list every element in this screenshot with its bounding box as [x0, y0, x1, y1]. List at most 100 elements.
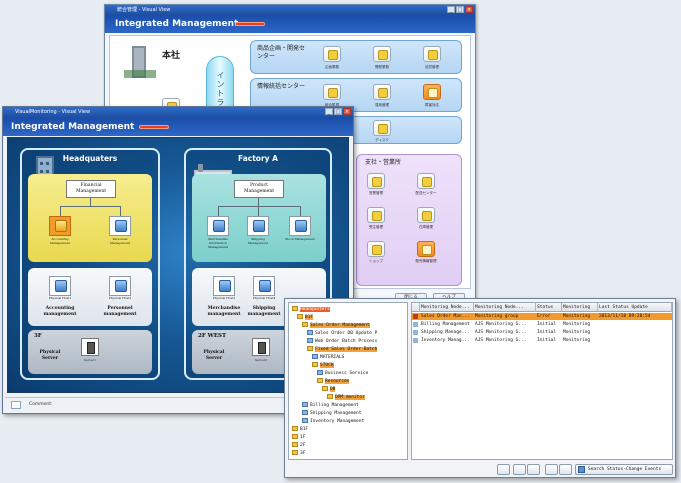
shipping-node-icon[interactable] — [247, 216, 269, 236]
incident-icon[interactable] — [423, 84, 441, 100]
disk-icon[interactable] — [373, 120, 391, 136]
tree-node[interactable]: Sales Order Management — [302, 322, 370, 329]
close-button[interactable]: × — [465, 6, 473, 13]
col-monitoring[interactable]: Monitoring — [562, 303, 598, 312]
tree-node-label: DB — [330, 387, 336, 392]
stock-node-icon[interactable] — [289, 216, 311, 236]
col-last-update[interactable]: Last Status Update — [598, 303, 672, 312]
folder-icon — [302, 322, 308, 327]
folder-icon — [317, 378, 323, 383]
table-row[interactable]: Shipping Manage... AJS Monitoring G... Ini… — [412, 329, 672, 336]
tree-node[interactable]: DPM monitor — [327, 394, 365, 401]
refresh-button[interactable] — [497, 464, 510, 475]
physical-host2-icon[interactable] — [109, 276, 131, 296]
maximize-button[interactable]: □ — [334, 108, 342, 115]
minimize-button[interactable]: _ — [447, 6, 455, 13]
monitoring-window: Headquaters B1F Sales Order Management Sale… — [284, 298, 676, 478]
physical-host3-icon[interactable] — [213, 276, 235, 296]
folder-icon — [312, 354, 318, 359]
table-row[interactable]: Inventory Manag... AJS Monitoring G... Ini… — [412, 337, 672, 344]
table-row[interactable]: Sales Order Man... Monitoring group Error M… — [412, 313, 672, 320]
folder-icon — [292, 426, 298, 431]
monitor-icon[interactable] — [323, 84, 341, 100]
development-icon[interactable] — [373, 46, 391, 62]
tree-node[interactable]: MATERIALS — [312, 354, 344, 361]
window-controls: _ □ × — [325, 108, 351, 115]
maximize-button[interactable]: □ — [456, 6, 464, 13]
close-button[interactable]: × — [343, 108, 351, 115]
branch-icon-4[interactable] — [417, 207, 435, 223]
tree-node[interactable]: Headquaters — [292, 306, 330, 313]
tree-node[interactable]: Shipping Management — [302, 410, 361, 417]
tree-node[interactable]: 1F — [292, 434, 305, 441]
quality-icon[interactable] — [423, 46, 441, 62]
hq-floor-area: 3F Physical Server Server1 — [28, 330, 152, 374]
tree-node-label: DPM monitor — [335, 395, 365, 400]
tree-node[interactable]: Business Service — [317, 370, 368, 377]
server-icon[interactable] — [81, 338, 99, 356]
tree-node-label: Resources — [325, 379, 350, 384]
floor-label: 2F WEST — [198, 333, 227, 339]
branch-icon-5[interactable] — [367, 241, 385, 257]
hq-hosts-area: Physical Host1 Physical Host2 Accounting… — [28, 268, 152, 326]
personnel-node-icon[interactable] — [109, 216, 131, 236]
branch-icon-6[interactable] — [417, 241, 435, 257]
table-cell: Error — [537, 314, 551, 319]
hq-root-box[interactable]: Financial Management — [66, 180, 116, 198]
tree-node[interactable]: Sales Order DB Update P — [307, 330, 377, 337]
folder-icon — [292, 442, 298, 447]
table-cell: Shipping Manage... — [421, 330, 470, 335]
factory-business-area: Product Management Merchandise Informati… — [192, 174, 326, 262]
monitoring-tree[interactable]: Headquaters B1F Sales Order Management Sale… — [288, 302, 408, 460]
minimize-button[interactable]: _ — [325, 108, 333, 115]
prev-button[interactable] — [545, 464, 558, 475]
settings-button[interactable] — [527, 464, 540, 475]
tree-node[interactable]: Billing Management — [302, 402, 359, 409]
tree-node[interactable]: DB — [322, 386, 336, 393]
merchandise-node-icon[interactable] — [207, 216, 229, 236]
folder-icon — [307, 330, 313, 335]
app-header: Integrated Management — [3, 118, 353, 136]
physical-host1-icon[interactable] — [49, 276, 71, 296]
accounting-node-icon[interactable] — [49, 216, 71, 236]
tree-node-label: B1F — [305, 315, 314, 320]
col-icon[interactable] — [412, 303, 420, 312]
tree-node[interactable]: Inventory Management — [302, 418, 364, 425]
comment-icon[interactable] — [11, 401, 21, 409]
folder-icon — [302, 418, 308, 423]
tree-node[interactable]: Resources — [317, 378, 350, 385]
folder-icon — [317, 370, 323, 375]
col-node-name[interactable]: Monitoring Node... — [420, 303, 474, 312]
folder-icon — [302, 410, 308, 415]
operations-icon[interactable] — [373, 84, 391, 100]
branch-icon-1[interactable] — [367, 173, 385, 189]
tree-node-label: B1F — [300, 427, 309, 432]
folder-icon — [292, 450, 298, 455]
tree-node[interactable]: B1F — [297, 314, 314, 321]
col-node-type[interactable]: Monitoring Node... — [474, 303, 536, 312]
col-status[interactable]: Status — [536, 303, 562, 312]
tree-node[interactable]: Fixed Sales Order Batch — [307, 346, 378, 353]
filter-button[interactable] — [513, 464, 526, 475]
search-events-button[interactable]: Search Status-Change Events — [575, 464, 673, 475]
next-button[interactable] — [559, 464, 572, 475]
table-cell: Initial — [537, 330, 556, 335]
folder-icon — [327, 394, 333, 399]
branch-icon-2[interactable] — [417, 173, 435, 189]
factory-root-box[interactable]: Product Management — [234, 180, 284, 198]
table-cell: Initial — [537, 338, 556, 343]
tree-node[interactable]: 3F — [292, 450, 305, 457]
tree-node[interactable]: 2F — [292, 442, 305, 449]
tree-node[interactable]: Web Order Batch Process — [307, 338, 377, 345]
table-cell: 2013/11/18 09:20:54 — [599, 314, 651, 319]
branch-icon-3[interactable] — [367, 207, 385, 223]
table-row[interactable]: Billing Management AJS Monitoring G... Ini… — [412, 321, 672, 328]
planning-icon[interactable] — [323, 46, 341, 62]
tree-node-label: 3F — [300, 451, 306, 456]
tree-node-label: Shipping Management — [310, 411, 362, 416]
physical-host4-icon[interactable] — [253, 276, 275, 296]
tree-node[interactable]: STOCK — [312, 362, 334, 369]
folder-icon — [292, 434, 298, 439]
tree-node[interactable]: B1F — [292, 426, 308, 433]
server-icon[interactable] — [252, 338, 270, 356]
